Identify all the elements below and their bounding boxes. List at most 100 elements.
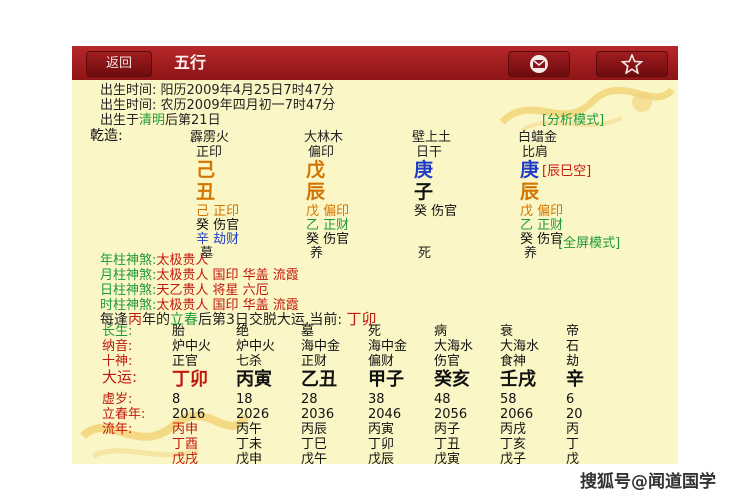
- back-button[interactable]: 返回: [86, 51, 152, 77]
- table-cell: 正财: [301, 354, 328, 369]
- nayin: 霹雳火: [190, 130, 230, 145]
- table-cell: 辛: [566, 369, 584, 390]
- table-cell: 丙戌: [500, 422, 527, 437]
- mail-button[interactable]: [508, 51, 570, 77]
- table-cell: 戊戌: [172, 452, 199, 464]
- solar-term: 清明: [139, 113, 166, 128]
- shensha-value: 太极贵人: [156, 253, 209, 268]
- table-cell: 戊午: [301, 452, 328, 464]
- shishen: 正印: [196, 145, 223, 160]
- table-cell: 58: [500, 392, 517, 407]
- chart-label: 乾造:: [90, 128, 123, 144]
- canggan: 戊 偏印: [306, 204, 350, 219]
- tiangan: 庚: [520, 159, 540, 181]
- shensha-label: 日柱神煞:: [100, 283, 157, 298]
- dizhi: 丑: [196, 181, 216, 203]
- table-cell: 2056: [434, 407, 468, 422]
- table-cell: 海中金: [368, 339, 408, 354]
- canggan: 癸 伤官: [414, 204, 458, 219]
- table-cell: 20: [566, 407, 583, 422]
- table-cell: 死: [368, 324, 382, 339]
- table-cell: 丁丑: [434, 437, 461, 452]
- changsheng: 养: [524, 246, 538, 261]
- mail-icon: [530, 55, 548, 73]
- favorite-button[interactable]: [596, 51, 668, 77]
- table-cell: 丙寅: [236, 369, 272, 390]
- star-icon: [620, 52, 644, 75]
- table-cell: 2026: [236, 407, 270, 422]
- kongwang: [辰巳空]: [542, 164, 592, 179]
- nayin: 白蜡金: [518, 130, 558, 145]
- table-cell: 18: [236, 392, 253, 407]
- canggan: 乙 正财: [520, 218, 564, 233]
- birth-label: 出生时间:: [100, 98, 157, 113]
- canggan: 癸 伤官: [520, 232, 564, 247]
- birth-label: 出生时间:: [100, 83, 157, 98]
- shishen: 日干: [416, 145, 443, 160]
- dizhi: 辰: [520, 181, 540, 203]
- table-cell: 劫: [566, 354, 580, 369]
- shishen: 偏印: [308, 145, 335, 160]
- shensha-label: 年柱神煞:: [100, 253, 157, 268]
- analyze-mode-link[interactable]: [分析模式]: [542, 113, 604, 128]
- table-cell: 丁卯: [368, 437, 395, 452]
- table-row-header: 纳音:: [102, 339, 133, 354]
- birth-solar: 阳历2009年4月25日7时47分: [160, 83, 335, 98]
- born-days: 后第21日: [165, 113, 221, 128]
- page-title: 五行: [174, 53, 207, 72]
- changsheng: 养: [310, 246, 324, 261]
- tiangan: 戊: [306, 159, 326, 181]
- table-row-header: 立春年:: [102, 407, 146, 422]
- table-cell: 丁酉: [172, 437, 199, 452]
- table-cell: 石: [566, 339, 580, 354]
- nayin: 壁上土: [412, 130, 452, 145]
- table-cell: 壬戌: [500, 369, 536, 390]
- table-cell: 病: [434, 324, 448, 339]
- shensha-value: 太极贵人 国印 华盖 流霞: [156, 268, 299, 283]
- table-cell: 大海水: [434, 339, 474, 354]
- table-cell: 食神: [500, 354, 527, 369]
- title-bar: 返回 五行: [72, 46, 678, 80]
- tiangan: 己: [196, 159, 216, 181]
- table-cell: 帝: [566, 324, 580, 339]
- watermark: 搜狐号@闻道国学: [580, 472, 716, 492]
- table-cell: 七杀: [236, 354, 263, 369]
- table-cell: 38: [368, 392, 385, 407]
- shensha-label: 月柱神煞:: [100, 268, 157, 283]
- table-cell: 戊寅: [434, 452, 461, 464]
- dizhi: 子: [414, 181, 434, 203]
- table-row-header: 长生:: [102, 324, 133, 339]
- yun-text: 年的: [142, 312, 170, 328]
- yun-text: 后第3日交脱大运,当前:: [198, 312, 343, 328]
- nayin: 大林木: [304, 130, 344, 145]
- table-cell: 正官: [172, 354, 199, 369]
- table-cell: 海中金: [301, 339, 341, 354]
- table-row-header: 虚岁:: [102, 392, 133, 407]
- fullscreen-mode-link[interactable]: [全屏模式]: [558, 236, 620, 251]
- table-cell: 48: [434, 392, 451, 407]
- table-cell: 2036: [301, 407, 335, 422]
- table-cell: 癸亥: [434, 369, 470, 390]
- canggan: 癸 伤官: [196, 218, 240, 233]
- canggan: 癸 伤官: [306, 232, 350, 247]
- table-cell: 丁亥: [500, 437, 527, 452]
- tiangan: 庚: [414, 159, 434, 181]
- table-cell: 丁卯: [172, 369, 208, 390]
- birth-lunar: 农历2009年四月初一7时47分: [160, 98, 336, 113]
- table-cell: 衰: [500, 324, 514, 339]
- table-cell: 甲子: [368, 369, 404, 390]
- table-cell: 炉中火: [236, 339, 276, 354]
- born-label: 出生于: [100, 113, 140, 128]
- table-cell: 丙申: [172, 422, 199, 437]
- canggan: 戊 偏印: [520, 204, 564, 219]
- table-cell: 2066: [500, 407, 534, 422]
- table-row-header: 十神:: [102, 354, 133, 369]
- table-row-header: 大运:: [102, 368, 138, 386]
- changsheng: 死: [418, 246, 432, 261]
- table-cell: 丙: [566, 422, 580, 437]
- table-cell: 绝: [236, 324, 250, 339]
- app-screen: 返回 五行 出生时间: 阳历2009年4月25日7时47分 出生时间: 农历20…: [72, 46, 678, 464]
- shishen: 比肩: [522, 145, 549, 160]
- table-cell: 戊辰: [368, 452, 395, 464]
- table-cell: 丙寅: [368, 422, 395, 437]
